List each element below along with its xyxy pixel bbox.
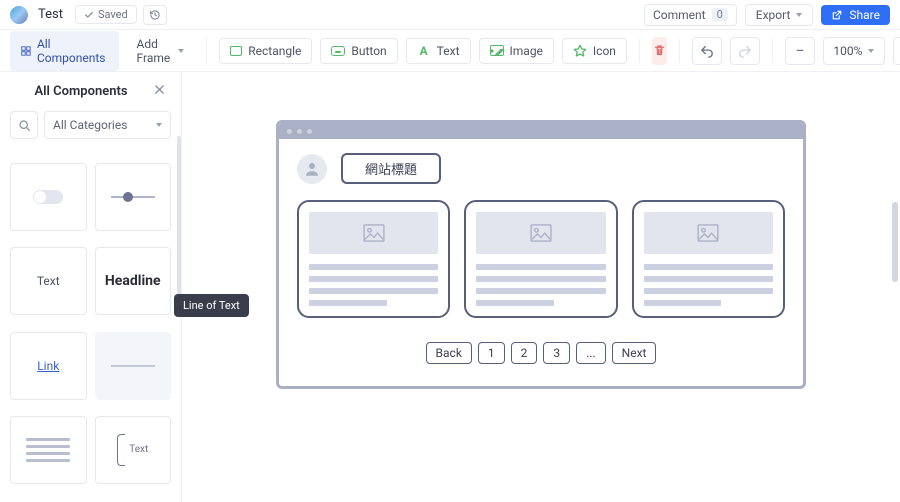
button-tool[interactable]: Button <box>320 38 397 64</box>
site-title[interactable]: 網站標題 <box>341 153 441 184</box>
paragraph-icon <box>26 438 70 462</box>
chevron-down-icon <box>868 49 874 53</box>
undo-button[interactable] <box>692 37 722 65</box>
image-icon <box>697 224 719 242</box>
add-frame-button[interactable]: Add Frame <box>127 32 195 70</box>
page-1[interactable]: 1 <box>478 342 505 364</box>
mockup-titlebar <box>279 123 803 139</box>
share-icon <box>831 9 843 21</box>
undo-icon <box>700 44 714 58</box>
mockup-window[interactable]: 網站標題 <box>276 120 806 389</box>
mockup-card[interactable] <box>464 200 617 318</box>
mockup-card[interactable] <box>297 200 450 318</box>
text-placeholder <box>644 264 773 306</box>
zoom-level[interactable]: 100% <box>823 37 885 65</box>
mockup-card[interactable] <box>632 200 785 318</box>
page-3[interactable]: 3 <box>543 342 570 364</box>
component-headline[interactable]: Headline <box>95 247 172 315</box>
image-placeholder <box>644 212 773 254</box>
icon-tool[interactable]: Icon <box>562 38 627 64</box>
image-placeholder <box>476 212 605 254</box>
saved-status: Saved <box>75 5 137 24</box>
rectangle-icon <box>230 46 242 56</box>
category-select[interactable]: All Categories <box>44 111 171 139</box>
image-tool[interactable]: Image <box>479 38 554 64</box>
components-sidebar: All Components All Categories Text Headl… <box>0 72 182 502</box>
component-line-of-text[interactable] <box>95 332 172 400</box>
page-ellipsis: ... <box>576 342 606 364</box>
component-paragraph[interactable] <box>10 416 87 484</box>
grid-icon <box>21 45 31 57</box>
comment-count: 0 <box>712 8 728 21</box>
page-back[interactable]: Back <box>426 342 472 364</box>
button-icon <box>331 46 345 56</box>
component-tooltip: Line of Text <box>174 294 249 317</box>
comment-button[interactable]: Comment 0 <box>644 4 737 26</box>
history-button[interactable] <box>143 5 167 25</box>
text-placeholder <box>309 264 438 306</box>
component-toggle[interactable] <box>10 163 87 231</box>
brace-icon <box>117 434 125 466</box>
top-bar: Test Saved Comment 0 Export Share <box>0 0 900 30</box>
share-button[interactable]: Share <box>821 5 890 25</box>
text-icon: A <box>417 44 431 58</box>
slider-icon <box>111 196 155 198</box>
minus-icon: − <box>795 41 804 60</box>
toggle-icon <box>33 190 63 204</box>
export-button[interactable]: Export <box>745 4 814 26</box>
component-text[interactable]: Text <box>10 247 87 315</box>
component-link[interactable]: Link <box>10 332 87 400</box>
redo-button[interactable] <box>730 37 760 65</box>
check-icon <box>84 10 94 20</box>
image-placeholder <box>309 212 438 254</box>
avatar <box>297 154 327 184</box>
rectangle-tool[interactable]: Rectangle <box>219 38 312 64</box>
zoom-in-button[interactable]: + <box>893 37 900 65</box>
main-area: All Components All Categories Text Headl… <box>0 72 900 502</box>
chevron-down-icon <box>156 123 162 127</box>
history-icon <box>149 9 161 21</box>
component-slider[interactable] <box>95 163 172 231</box>
all-components-button[interactable]: All Components <box>10 31 119 71</box>
sidebar-title: All Components <box>12 84 150 99</box>
text-tool[interactable]: AText <box>406 38 471 64</box>
trash-icon <box>653 44 666 57</box>
zoom-out-button[interactable]: − <box>785 37 815 65</box>
user-icon <box>303 160 321 178</box>
component-annotation[interactable]: Text <box>95 416 172 484</box>
app-logo <box>10 6 28 24</box>
close-sidebar-button[interactable] <box>150 82 169 101</box>
line-icon <box>111 365 155 367</box>
chevron-down-icon <box>796 13 802 17</box>
text-placeholder <box>476 264 605 306</box>
page-2[interactable]: 2 <box>511 342 538 364</box>
image-icon <box>490 45 504 56</box>
saved-label: Saved <box>98 8 128 21</box>
canvas[interactable]: 網站標題 <box>182 72 900 502</box>
document-title[interactable]: Test <box>38 7 63 22</box>
delete-button[interactable] <box>652 37 667 65</box>
image-icon <box>363 224 385 242</box>
main-toolbar: All Components Add Frame Rectangle Butto… <box>0 30 900 72</box>
page-next[interactable]: Next <box>612 342 657 364</box>
star-icon <box>573 44 587 58</box>
pagination: Back 1 2 3 ... Next <box>297 342 785 364</box>
redo-icon <box>738 44 752 58</box>
component-search[interactable] <box>10 111 38 139</box>
canvas-scrollbar[interactable] <box>892 202 898 282</box>
search-icon <box>18 119 31 132</box>
close-icon <box>154 84 165 95</box>
image-icon <box>530 224 552 242</box>
chevron-down-icon <box>178 49 184 53</box>
